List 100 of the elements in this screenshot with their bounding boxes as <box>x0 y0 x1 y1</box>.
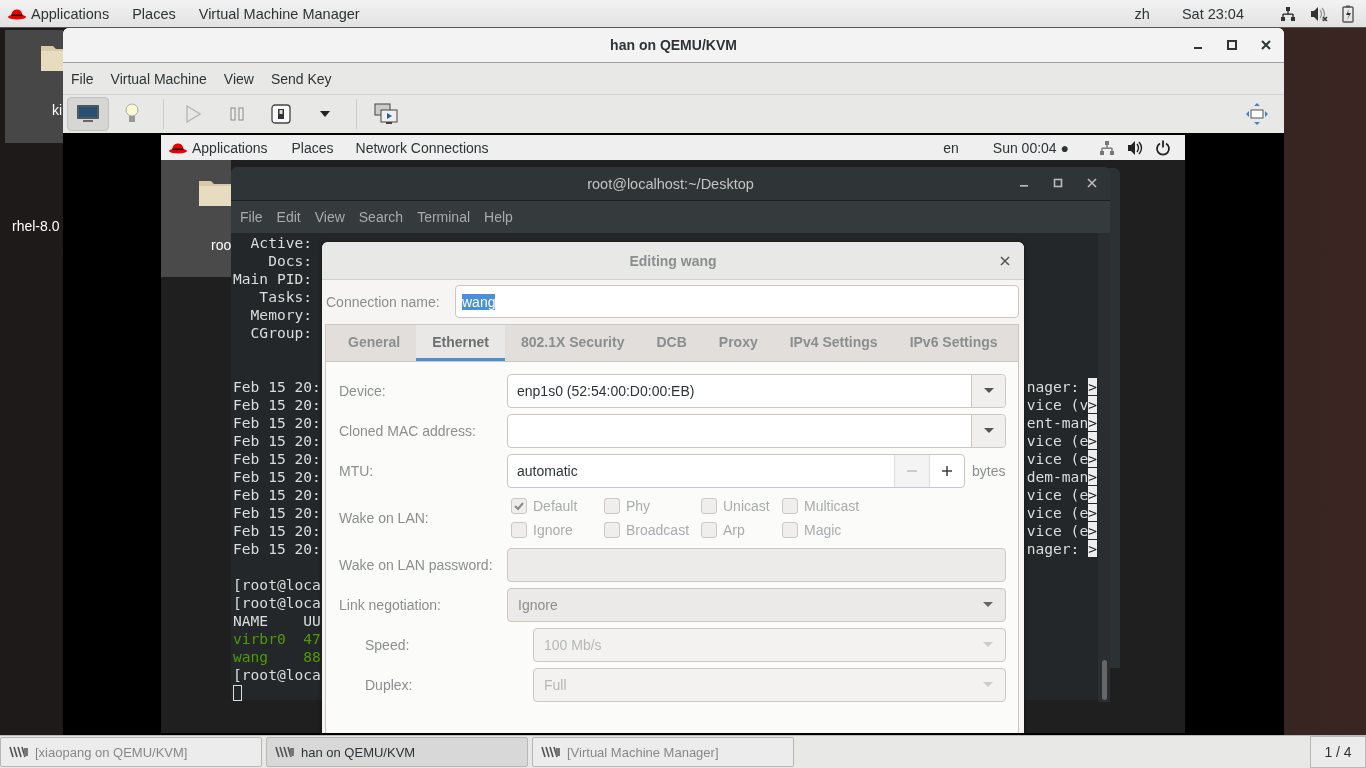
app-icon <box>9 746 29 758</box>
terminal-line: Active: <box>249 234 313 252</box>
taskbar-item[interactable]: [xiaopang on QEMU/KVM] <box>0 737 262 767</box>
menu-item[interactable]: Help <box>484 209 513 225</box>
terminal-line: Tasks: <box>258 288 313 306</box>
taskbar-item[interactable]: [Virtual Machine Manager] <box>532 737 794 767</box>
terminal-line: Feb 15 20: <box>233 540 321 558</box>
menu-item[interactable]: Send Key <box>270 70 332 87</box>
close-icon[interactable] <box>1000 256 1010 266</box>
terminal-line: NAME UU <box>233 612 321 630</box>
clock[interactable]: Sun 00:04 ● <box>992 139 1069 156</box>
menu-item[interactable]: Places <box>291 139 334 156</box>
app-icon <box>541 746 561 758</box>
spin-field[interactable]: automatic <box>507 454 965 488</box>
desktop-icon[interactable]: roo <box>161 160 231 277</box>
close-icon[interactable] <box>1087 178 1097 188</box>
terminal-line: Feb 15 20: <box>233 522 321 540</box>
terminal-line: Feb 15 20: <box>233 468 321 486</box>
terminal-line: Feb 15 20: <box>233 378 321 396</box>
volume-muted-icon[interactable] <box>1310 5 1328 22</box>
menu-item[interactable]: Search <box>358 209 404 225</box>
terminal-line: Memory: <box>249 306 313 324</box>
terminal-line: Feb 15 20: <box>233 486 321 504</box>
connection-name-field[interactable]: wang <box>455 285 1019 318</box>
field-label: Link negotiation: <box>339 597 442 613</box>
terminal-line: [root@loca <box>233 576 321 594</box>
menu-item[interactable]: File <box>71 70 94 87</box>
console-button[interactable] <box>67 97 109 131</box>
workspace-indicator[interactable]: 1 / 4 <box>1310 736 1366 768</box>
battery-icon[interactable] <box>1342 4 1354 23</box>
menu-item[interactable]: File <box>240 209 263 225</box>
terminal-line: CGroup: <box>249 324 313 342</box>
field-label: Connection name: <box>326 293 441 310</box>
desktop-icon[interactable]: ki <box>5 30 63 143</box>
menu-item[interactable]: View <box>223 70 254 87</box>
menu-item[interactable]: Virtual Machine <box>110 70 207 87</box>
field-label: Device: <box>339 383 387 399</box>
field-label: Wake on LAN password: <box>339 557 494 573</box>
menu-item[interactable]: Applications <box>31 5 110 22</box>
field-label: Wake on LAN: <box>339 510 430 526</box>
terminal-line: nager: > <box>1026 540 1097 558</box>
terminal-line: wang 88 <box>233 648 321 666</box>
window-title: han on QEMU/KVM <box>610 37 737 53</box>
resize-icon <box>1245 102 1269 126</box>
network-icon[interactable] <box>1280 5 1296 22</box>
terminal-line: nager: > <box>1026 378 1097 396</box>
hat-icon[interactable] <box>169 141 187 154</box>
pause-icon <box>230 107 244 121</box>
desktop-icon[interactable]: rhel-8.0 <box>10 213 62 239</box>
lightbulb-icon <box>124 103 140 125</box>
dropdown-arrow-icon[interactable] <box>983 388 994 394</box>
menu-item[interactable]: Virtual Machine Manager <box>198 5 360 22</box>
terminal-line: ent-man> <box>1026 414 1097 432</box>
check-icon <box>513 500 525 512</box>
window-title: root@localhost:~/Desktop <box>587 175 754 192</box>
terminal-line: Main PID: <box>233 270 313 288</box>
terminal-line: vice (e> <box>1026 486 1097 504</box>
field-label: Cloned MAC address: <box>339 423 477 439</box>
menu-item[interactable]: Terminal <box>417 209 471 225</box>
terminal-line: [root@loca <box>233 666 321 684</box>
screens-icon <box>374 103 398 125</box>
terminal-line: vice (e> <box>1026 450 1097 468</box>
input-method[interactable]: zh <box>1134 5 1150 22</box>
terminal-line: virbr0 47 <box>233 630 321 648</box>
menu-item[interactable]: Network Connections <box>355 139 489 156</box>
terminal-line: vice (e> <box>1026 504 1097 522</box>
combo-field[interactable]: enp1s0 (52:54:00:D0:00:EB) <box>507 374 1006 408</box>
hat-icon[interactable] <box>8 7 26 20</box>
plus-icon[interactable] <box>942 466 952 476</box>
dropdown-arrow-icon <box>983 602 993 608</box>
input-method[interactable]: en <box>943 139 959 156</box>
terminal-line: Feb 15 20: <box>233 450 321 468</box>
text-cursor <box>233 685 242 701</box>
terminal-line: Feb 15 20: <box>233 432 321 450</box>
dialog-title: Editing wang <box>629 252 717 269</box>
terminal-line: [root@loca <box>233 594 321 612</box>
combo-field[interactable] <box>507 414 1006 448</box>
dropdown-arrow-icon <box>983 642 993 648</box>
menu-item[interactable]: View <box>314 209 345 225</box>
tab[interactable]: Ethernet <box>416 325 505 361</box>
dropdown-arrow-icon[interactable] <box>983 428 994 434</box>
menu-item[interactable]: Edit <box>276 209 301 225</box>
terminal-line: vice (e> <box>1026 432 1097 450</box>
terminal-line: vice (e> <box>1026 522 1097 540</box>
dropdown[interactable]: Ignore <box>507 588 1006 622</box>
scrollbar[interactable] <box>1098 233 1110 702</box>
menu-item[interactable]: Applications <box>192 139 268 156</box>
field-label: MTU: <box>339 463 375 479</box>
menu-item[interactable]: Places <box>132 5 176 22</box>
monitor-icon <box>76 104 100 124</box>
power-icon[interactable] <box>1155 139 1171 156</box>
maximize-icon[interactable] <box>1227 40 1237 50</box>
volume-icon[interactable] <box>1127 139 1143 156</box>
taskbar-item[interactable]: han on QEMU/KVM <box>266 737 528 767</box>
close-icon[interactable] <box>1261 40 1271 50</box>
maximize-icon[interactable] <box>1053 178 1063 188</box>
terminal-line: vice (v> <box>1026 396 1097 414</box>
clock[interactable]: Sat 23:04 <box>1181 5 1244 22</box>
unit-label: bytes <box>972 463 1006 479</box>
terminal-line: Feb 15 20: <box>233 396 321 414</box>
